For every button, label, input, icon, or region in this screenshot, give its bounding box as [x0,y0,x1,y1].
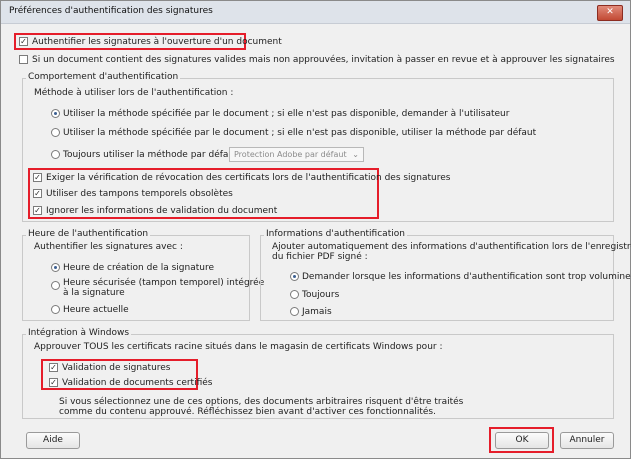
windows-legend: Intégration à Windows [26,328,132,338]
windows-warning-1: Si vous sélectionnez une de ces options,… [59,397,464,407]
info-legend: Informations d'authentification [264,229,407,239]
window-title: Préférences d'authentification des signa… [9,6,213,16]
revocation-check-label: Exiger la vérification de révocation des… [46,173,451,183]
ignore-validation-checkbox[interactable]: ✓ [33,206,42,215]
verify-on-open-label: Authentifier les signatures à l'ouvertur… [32,37,282,47]
radio-secure-time-label-2: à la signature [63,288,125,298]
radio-ask-when-large-label: Demander lorsque les informations d'auth… [302,272,631,282]
radio-always-label: Toujours [302,290,340,300]
expired-timestamps-checkbox[interactable]: ✓ [33,189,42,198]
default-method-select[interactable]: Protection Adobe par défaut ⌄ [229,147,364,162]
radio-doc-or-ask[interactable] [51,109,60,118]
help-button[interactable]: Aide [26,432,80,449]
windows-warning-2: comme du contenu approuvé. Réfléchissez … [59,407,436,417]
radio-always[interactable] [290,290,299,299]
radio-doc-or-default-label: Utiliser la méthode spécifiée par le doc… [63,128,537,138]
radio-doc-or-default[interactable] [51,128,60,137]
signature-preferences-dialog: Préférences d'authentification des signa… [0,0,631,459]
method-label: Méthode à utiliser lors de l'authentific… [34,88,234,98]
certified-doc-validation-checkbox[interactable]: ✓ [49,378,58,387]
radio-never-label: Jamais [302,307,332,317]
time-label: Authentifier les signatures avec : [34,242,183,252]
radio-doc-or-ask-label: Utiliser la méthode spécifiée par le doc… [63,109,510,119]
radio-always-default-label: Toujours utiliser la méthode par défaut … [63,150,244,160]
radio-creation-time[interactable] [51,263,60,272]
radio-current-time[interactable] [51,305,60,314]
radio-never[interactable] [290,307,299,316]
windows-label: Approuver TOUS les certificats racine si… [34,342,443,352]
unapproved-notice-checkbox[interactable] [19,55,28,64]
verify-on-open-checkbox[interactable]: ✓ [19,37,28,46]
signature-validation-label: Validation de signatures [62,363,171,373]
expired-timestamps-label: Utiliser des tampons temporels obsolètes [46,189,233,199]
chevron-down-icon: ⌄ [352,150,359,159]
default-method-value: Protection Adobe par défaut [234,150,347,159]
unapproved-notice-label: Si un document contient des signatures v… [32,55,615,65]
certified-doc-validation-label: Validation de documents certifiés [62,378,213,388]
radio-current-time-label: Heure actuelle [63,305,129,315]
cancel-button[interactable]: Annuler [560,432,614,449]
radio-secure-time-label-1: Heure sécurisée (tampon temporel) intégr… [63,278,265,288]
ok-button[interactable]: OK [495,432,549,449]
revocation-check-checkbox[interactable]: ✓ [33,173,42,182]
behavior-legend: Comportement d'authentification [26,72,181,82]
time-legend: Heure de l'authentification [26,229,151,239]
radio-creation-time-label: Heure de création de la signature [63,263,215,273]
radio-always-default[interactable] [51,150,60,159]
ignore-validation-label: Ignorer les informations de validation d… [46,206,278,216]
info-label-2: du fichier PDF signé : [272,252,368,262]
title-bar: Préférences d'authentification des signa… [1,1,630,24]
info-label-1: Ajouter automatiquement des informations… [272,242,631,252]
signature-validation-checkbox[interactable]: ✓ [49,363,58,372]
radio-ask-when-large[interactable] [290,272,299,281]
close-icon[interactable]: ✕ [597,5,623,21]
radio-secure-time[interactable] [51,281,60,290]
